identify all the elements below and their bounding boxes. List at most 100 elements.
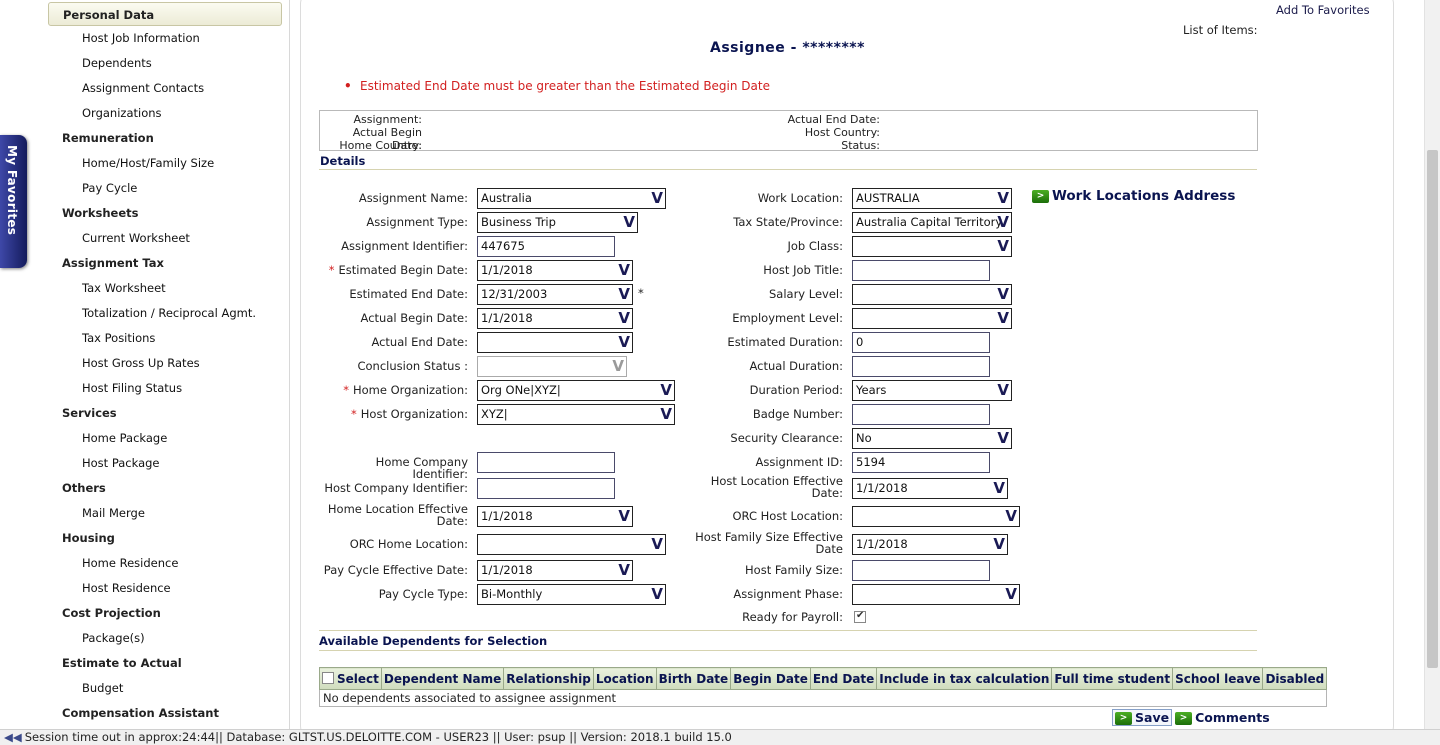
dropdown-arrow-icon[interactable]: V	[997, 430, 1009, 447]
left-field-2-input[interactable]: 447675	[477, 236, 615, 257]
scrollbar-thumb[interactable]	[1427, 150, 1438, 668]
work-locations-address-button[interactable]: > Work Locations Address	[1032, 188, 1235, 204]
right-field-9-input[interactable]	[852, 404, 990, 425]
sidebar-item[interactable]: Host Package	[48, 451, 282, 476]
comments-button[interactable]: > Comments	[1175, 710, 1270, 725]
dependents-column-header[interactable]: Dependent Name	[380, 667, 505, 690]
sidebar-item[interactable]: Pay Cycle	[48, 176, 282, 201]
sidebar-item[interactable]: Totalization / Reciprocal Agmt.	[48, 301, 282, 326]
dependents-column-header[interactable]: Disabled	[1262, 667, 1328, 690]
sidebar-section-3[interactable]: Assignment Tax	[48, 251, 282, 276]
left-field-6-select[interactable]: V	[477, 332, 633, 353]
dropdown-arrow-icon[interactable]: V	[618, 262, 630, 279]
right-field-8-select[interactable]: Years V	[852, 380, 1012, 401]
save-button[interactable]: > Save	[1112, 709, 1173, 726]
left-field-1-select[interactable]: Business Trip V	[477, 212, 638, 233]
dropdown-arrow-icon[interactable]: V	[651, 536, 663, 553]
sidebar-item[interactable]: Mail Merge	[48, 501, 282, 526]
dropdown-arrow-icon[interactable]: V	[612, 358, 624, 375]
sidebar-section-8[interactable]: Estimate to Actual	[48, 651, 282, 676]
dropdown-arrow-icon[interactable]: V	[618, 310, 630, 327]
sidebar-item[interactable]: Host Gross Up Rates	[48, 351, 282, 376]
dependents-column-header[interactable]: Birth Date	[655, 667, 732, 690]
vertical-scrollbar[interactable]	[1424, 0, 1440, 729]
sidebar-item[interactable]: Assignment Contacts	[48, 76, 282, 101]
sidebar-section-2[interactable]: Worksheets	[48, 201, 282, 226]
dependents-column-header[interactable]: Relationship	[503, 667, 594, 690]
dropdown-arrow-icon[interactable]: V	[651, 190, 663, 207]
sidebar-item[interactable]: Host Filing Status	[48, 376, 282, 401]
dropdown-arrow-icon[interactable]: V	[997, 310, 1009, 327]
sidebar-section-0[interactable]: Personal Data	[48, 2, 282, 26]
dropdown-arrow-icon[interactable]: V	[660, 406, 672, 423]
right-field-16-select[interactable]: V	[852, 584, 1020, 605]
dropdown-arrow-icon[interactable]: V	[997, 286, 1009, 303]
right-field-17-checkbox[interactable]	[854, 610, 866, 623]
dropdown-arrow-icon[interactable]: V	[993, 480, 1005, 497]
right-field-14-select[interactable]: 1/1/2018 V	[852, 534, 1008, 555]
sidebar-item[interactable]: Host Job Information	[48, 26, 282, 51]
left-field-14-select[interactable]: 1/1/2018 V	[477, 560, 633, 581]
sidebar-item[interactable]: Organizations	[48, 101, 282, 126]
collapse-arrows-icon[interactable]: ◀◀	[4, 730, 22, 744]
sidebar-item[interactable]: Tax Positions	[48, 326, 282, 351]
right-field-5-select[interactable]: V	[852, 308, 1012, 329]
left-field-3-select[interactable]: 1/1/2018 V	[477, 260, 633, 281]
sidebar-item[interactable]: Home/Host/Family Size	[48, 151, 282, 176]
dropdown-arrow-icon[interactable]: V	[993, 536, 1005, 553]
dropdown-arrow-icon[interactable]: V	[997, 238, 1009, 255]
right-field-13-select[interactable]: V	[852, 506, 1020, 527]
sidebar-section-9[interactable]: Compensation Assistant	[48, 701, 282, 726]
dropdown-arrow-icon[interactable]: V	[997, 190, 1009, 207]
sidebar-item[interactable]: Host Residence	[48, 576, 282, 601]
right-field-12-select[interactable]: 1/1/2018 V	[852, 478, 1008, 499]
my-favorites-tab[interactable]: My Favorites	[0, 135, 27, 268]
right-field-11-input[interactable]: 5194	[852, 452, 990, 473]
left-field-5-select[interactable]: 1/1/2018 V	[477, 308, 633, 329]
right-field-7-input[interactable]	[852, 356, 990, 377]
dropdown-arrow-icon[interactable]: V	[618, 334, 630, 351]
dependents-column-header[interactable]: Begin Date	[730, 667, 811, 690]
dropdown-arrow-icon[interactable]: V	[618, 562, 630, 579]
sidebar-item[interactable]: Current Worksheet	[48, 226, 282, 251]
sidebar-item[interactable]: Home Residence	[48, 551, 282, 576]
right-field-0-select[interactable]: AUSTRALIA V	[852, 188, 1012, 209]
right-field-2-select[interactable]: V	[852, 236, 1012, 257]
sidebar-section-7[interactable]: Cost Projection	[48, 601, 282, 626]
left-field-15-select[interactable]: Bi-Monthly V	[477, 584, 666, 605]
left-field-13-select[interactable]: V	[477, 534, 666, 555]
dependents-column-header[interactable]: Full time student	[1051, 667, 1174, 690]
sidebar-item[interactable]: Dependents	[48, 51, 282, 76]
dependents-column-header[interactable]: End Date	[809, 667, 878, 690]
left-field-12-select[interactable]: 1/1/2018 V	[477, 506, 633, 527]
dropdown-arrow-icon[interactable]: V	[618, 508, 630, 525]
right-field-3-input[interactable]	[852, 260, 990, 281]
dropdown-arrow-icon[interactable]: V	[651, 586, 663, 603]
left-field-9-select[interactable]: XYZ| V	[477, 404, 675, 425]
left-field-8-select[interactable]: Org ONe|XYZ| V	[477, 380, 675, 401]
dropdown-arrow-icon[interactable]: V	[618, 286, 630, 303]
dropdown-arrow-icon[interactable]: V	[660, 382, 672, 399]
select-all-checkbox[interactable]	[322, 672, 334, 684]
dropdown-arrow-icon[interactable]: V	[1005, 508, 1017, 525]
sidebar-item[interactable]: Budget	[48, 676, 282, 701]
sidebar-section-4[interactable]: Services	[48, 401, 282, 426]
dropdown-arrow-icon[interactable]: V	[623, 214, 635, 231]
dropdown-arrow-icon[interactable]: V	[1005, 586, 1017, 603]
left-field-0-select[interactable]: Australia V	[477, 188, 666, 209]
right-field-10-select[interactable]: No V	[852, 428, 1012, 449]
sidebar-section-6[interactable]: Housing	[48, 526, 282, 551]
dependents-column-header[interactable]: Select	[319, 667, 382, 690]
right-field-1-select[interactable]: Australia Capital Territory V	[852, 212, 1012, 233]
sidebar-section-1[interactable]: Remuneration	[48, 126, 282, 151]
left-field-4-select[interactable]: 12/31/2003 V	[477, 284, 633, 305]
dropdown-arrow-icon[interactable]: V	[997, 214, 1009, 231]
add-to-favorites-link[interactable]: Add To Favorites	[1276, 3, 1370, 17]
right-field-15-input[interactable]	[852, 560, 990, 581]
left-field-11-input[interactable]	[477, 478, 615, 499]
right-field-6-input[interactable]: 0	[852, 332, 990, 353]
dependents-column-header[interactable]: Include in tax calculation	[876, 667, 1053, 690]
sidebar-item[interactable]: Home Package	[48, 426, 282, 451]
sidebar-item[interactable]: Package(s)	[48, 626, 282, 651]
dependents-column-header[interactable]: School leave	[1172, 667, 1264, 690]
